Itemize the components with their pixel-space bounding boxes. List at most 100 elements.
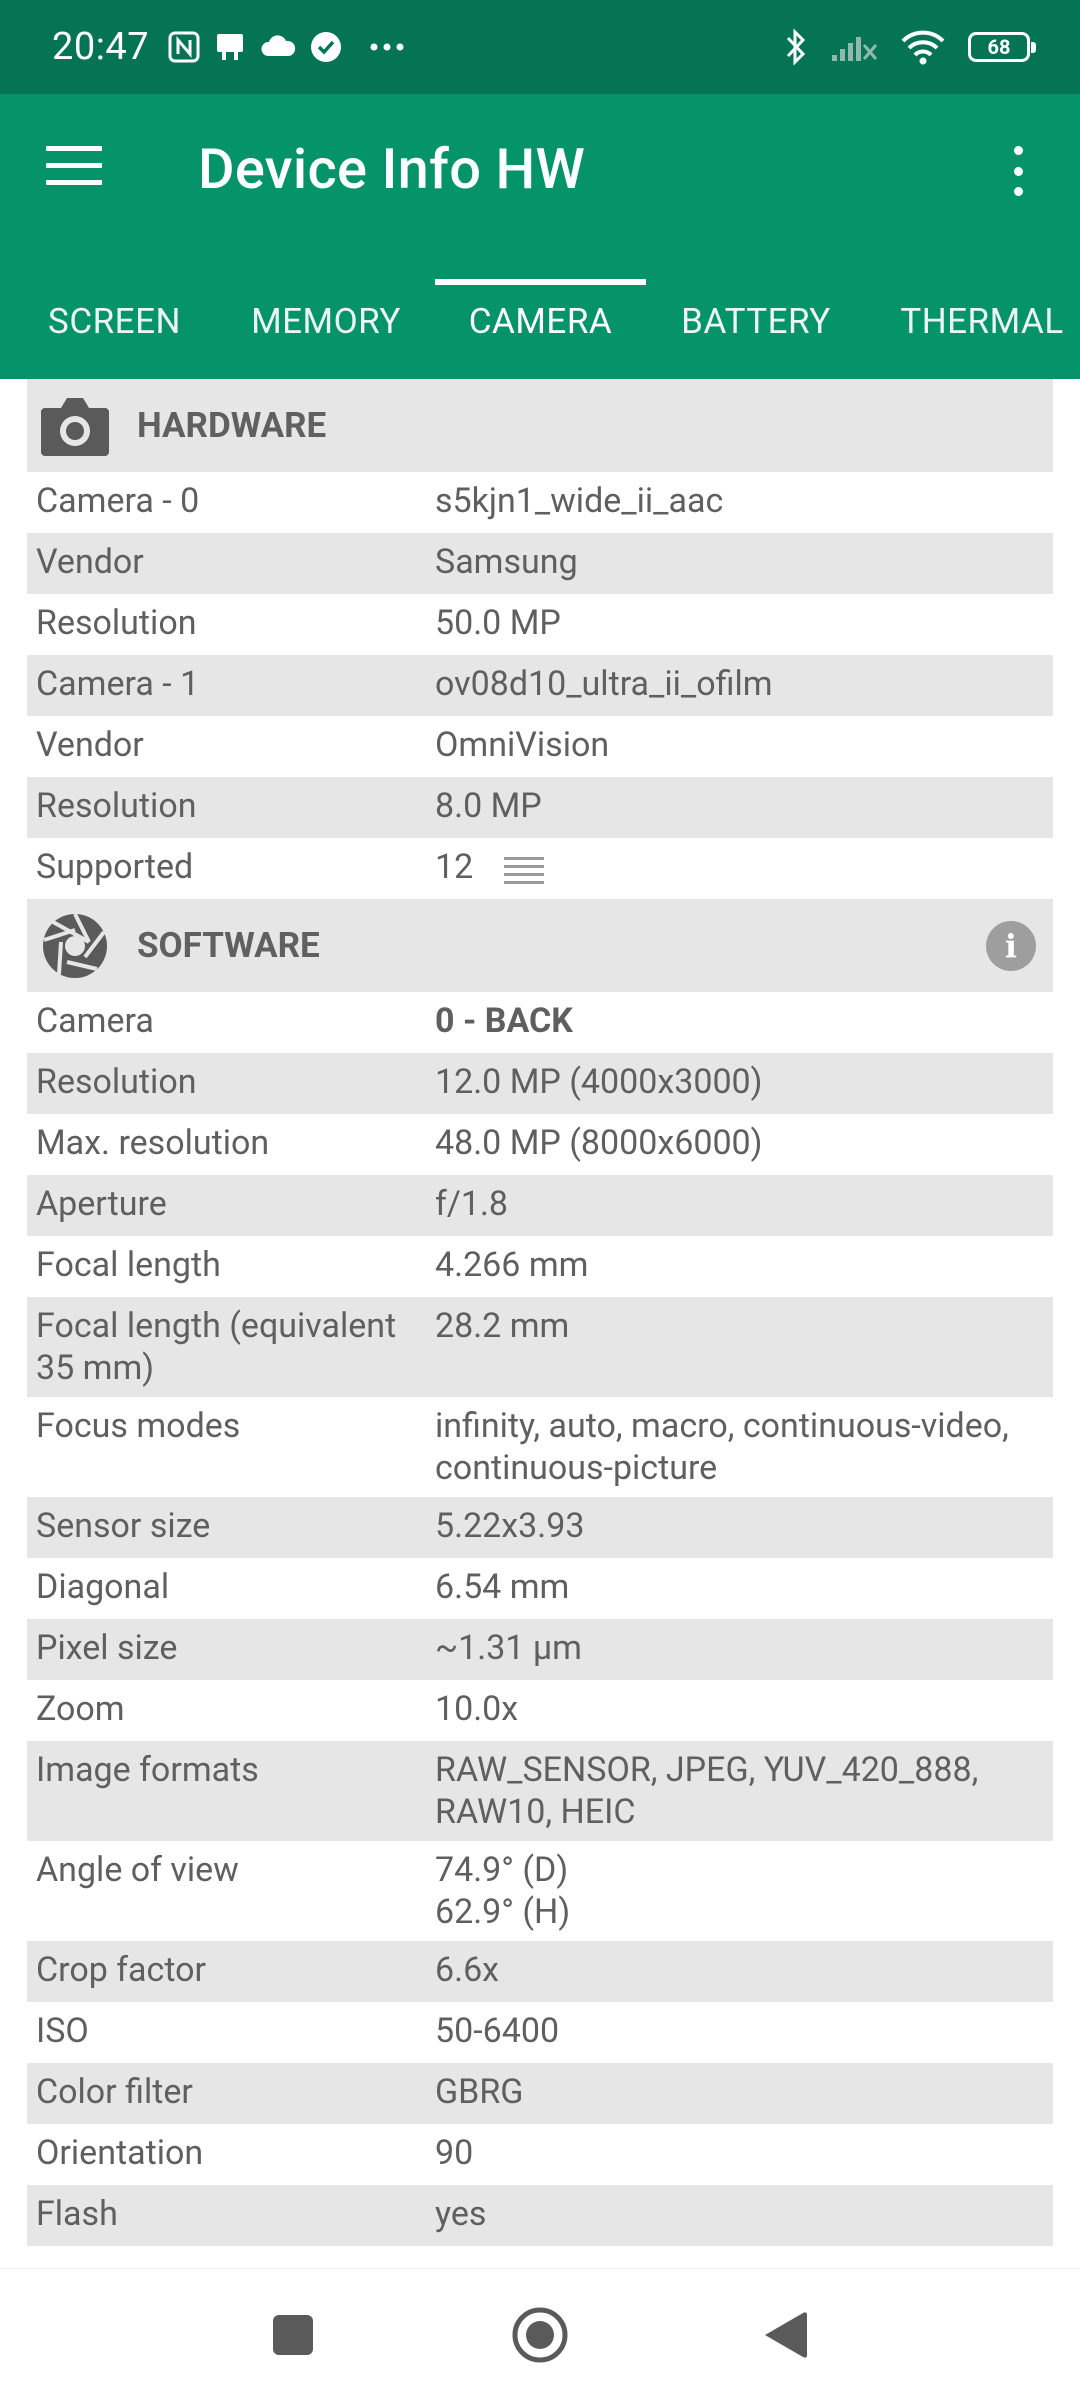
camera-info-content: HARDWARE Camera - 0 s5kjn1_wide_ii_aac Ve…: [27, 379, 1053, 2246]
row-value: GBRG: [435, 2072, 524, 2112]
row-value: Samsung: [435, 542, 578, 582]
row-value: 28.2 mm: [435, 1306, 570, 1346]
status-time: 20:47: [52, 25, 150, 69]
tab-screen[interactable]: SCREEN: [0, 264, 229, 379]
row-label: Resolution: [36, 603, 197, 643]
row-value: yes: [435, 2194, 487, 2234]
info-icon[interactable]: i: [986, 921, 1036, 971]
table-row: Color filter GBRG: [27, 2063, 1053, 2124]
table-row: Orientation 90: [27, 2124, 1053, 2185]
table-row: ISO 50-6400: [27, 2002, 1053, 2063]
row-label: Pixel size: [36, 1628, 178, 1668]
row-value: 50-6400: [435, 2011, 560, 2051]
table-row: Angle of view 74.9° (D) 62.9° (H): [27, 1841, 1053, 1941]
row-label: Zoom: [36, 1689, 125, 1729]
row-value: 0 - BACK: [435, 1001, 573, 1041]
table-row: Resolution 50.0 MP: [27, 594, 1053, 655]
table-row: Diagonal 6.54 mm: [27, 1558, 1053, 1619]
row-label: Color filter: [36, 2072, 193, 2112]
row-label: Max. resolution: [36, 1123, 270, 1163]
hamburger-menu-icon[interactable]: [46, 146, 102, 186]
signal-off-icon: [830, 31, 878, 63]
overflow-menu-icon[interactable]: [1008, 146, 1028, 196]
row-label: Camera - 1: [36, 664, 200, 704]
camera-icon: [39, 390, 111, 462]
table-row: Crop factor 6.6x: [27, 1941, 1053, 2002]
table-row: Pixel size ~1.31 µm: [27, 1619, 1053, 1680]
table-row: Aperture f/1.8: [27, 1175, 1053, 1236]
status-bar-left: 20:47: [52, 25, 405, 69]
supported-count: 12: [435, 847, 474, 887]
row-value: 6.6x: [435, 1950, 500, 1990]
row-label: Vendor: [36, 725, 144, 765]
row-label: Focal length: [36, 1245, 221, 1285]
tab-memory[interactable]: MEMORY: [229, 264, 423, 379]
row-label: Aperture: [36, 1184, 167, 1224]
row-label: Orientation: [36, 2133, 204, 2173]
row-label: Camera: [36, 1001, 154, 1041]
row-label: Diagonal: [36, 1567, 170, 1607]
more-dots-icon: [369, 42, 405, 52]
row-label: Resolution: [36, 786, 197, 826]
row-value: 48.0 MP (8000x6000): [435, 1123, 763, 1163]
table-row: Image formats RAW_SENSOR, JPEG, YUV_420_8…: [27, 1741, 1053, 1841]
tab-thermal[interactable]: THERMAL: [872, 264, 1080, 379]
table-row: Sensor size 5.22x3.93: [27, 1497, 1053, 1558]
row-value: 8.0 MP: [435, 786, 542, 826]
row-label: Resolution: [36, 1062, 197, 1102]
status-bar: 20:47 68: [0, 0, 1080, 94]
row-value: ~1.31 µm: [435, 1628, 582, 1668]
aperture-icon: [39, 910, 111, 982]
row-value: ov08d10_ultra_ii_ofilm: [435, 664, 773, 704]
battery-indicator: 68: [968, 32, 1036, 62]
table-row: Vendor Samsung: [27, 533, 1053, 594]
hardware-section-title: HARDWARE: [137, 405, 327, 446]
cloud-icon: [259, 32, 297, 62]
tab-battery[interactable]: BATTERY: [660, 264, 852, 379]
row-value: 10.0x: [435, 1689, 519, 1729]
table-row: Zoom 10.0x: [27, 1680, 1053, 1741]
supported-cameras-row[interactable]: Supported 12: [27, 838, 1053, 899]
recents-button[interactable]: [233, 2269, 353, 2401]
row-value: OmniVision: [435, 725, 610, 765]
table-row: Max. resolution 48.0 MP (8000x6000): [27, 1114, 1053, 1175]
table-row: Camera 0 - BACK: [27, 992, 1053, 1053]
row-value: f/1.8: [435, 1184, 509, 1224]
row-value: s5kjn1_wide_ii_aac: [435, 481, 724, 521]
check-circle-icon: [309, 30, 343, 64]
row-label: Supported: [36, 847, 194, 887]
row-value: 5.22x3.93: [435, 1506, 585, 1546]
table-row: Flash yes: [27, 2185, 1053, 2246]
row-value: 74.9° (D) 62.9° (H): [435, 1850, 571, 1932]
table-row: Focal length 4.266 mm: [27, 1236, 1053, 1297]
row-value: 90: [435, 2133, 474, 2173]
row-label: Sensor size: [36, 1506, 211, 1546]
row-label: Flash: [36, 2194, 118, 2234]
row-value: 4.266 mm: [435, 1245, 589, 1285]
nfc-icon: [167, 30, 201, 64]
row-label: Camera - 0: [36, 481, 200, 521]
row-label: Focal length (equivalent 35 mm): [36, 1306, 397, 1388]
software-section-title: SOFTWARE: [137, 925, 320, 966]
row-value: 6.54 mm: [435, 1567, 570, 1607]
row-value: 12: [435, 846, 1053, 891]
table-row: Camera - 1 ov08d10_ultra_ii_ofilm: [27, 655, 1053, 716]
app-bar: Device Info HW SCREEN MEMORY CAMERA BATT…: [0, 94, 1080, 379]
table-row: Focus modes infinity, auto, macro, contin…: [27, 1397, 1053, 1497]
row-label: Image formats: [36, 1750, 259, 1790]
hardware-section-header: HARDWARE: [27, 379, 1053, 472]
row-label: Vendor: [36, 542, 144, 582]
list-icon[interactable]: [503, 854, 544, 885]
home-button[interactable]: [480, 2269, 600, 2401]
table-row: Resolution 12.0 MP (4000x3000): [27, 1053, 1053, 1114]
row-value: 12.0 MP (4000x3000): [435, 1062, 763, 1102]
row-label: Crop factor: [36, 1950, 207, 1990]
row-label: ISO: [36, 2011, 89, 2051]
active-tab-indicator: [435, 279, 646, 285]
status-bar-right: 68: [784, 28, 1036, 66]
table-row: Focal length (equivalent 35 mm) 28.2 mm: [27, 1297, 1053, 1397]
software-section-header: SOFTWARE i: [27, 899, 1053, 992]
back-button[interactable]: [725, 2269, 845, 2401]
notification-icon: [213, 30, 247, 64]
wifi-icon: [900, 29, 946, 65]
